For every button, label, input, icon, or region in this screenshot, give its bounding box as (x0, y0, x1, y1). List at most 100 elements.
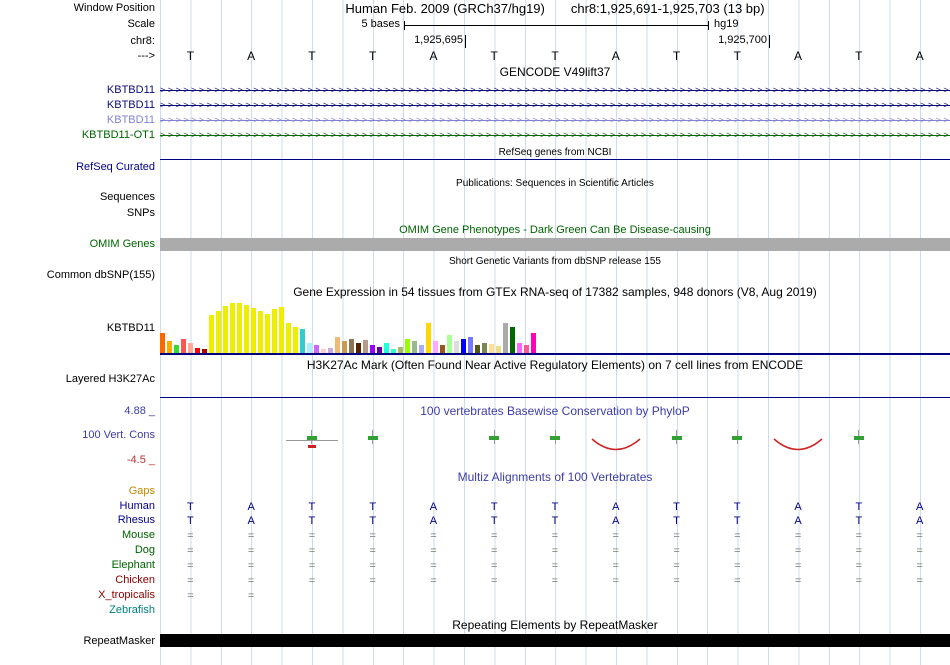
gtex-bar (279, 307, 284, 353)
multiz-species-mouse[interactable]: Mouse (0, 529, 155, 542)
base-letter: = (247, 575, 255, 587)
transcript-kbtbd11-ot1-4[interactable]: >>>>>>>>>>>>>>>>>>>>>>>>>>>>>>>>>>>>>>>>… (160, 129, 950, 142)
base-letter: A (794, 49, 803, 63)
track-label-gtex-kbtbd11[interactable]: KBTBD11 (0, 322, 155, 335)
cons-positive-tick (671, 436, 682, 440)
base-letter: A (612, 501, 620, 513)
base-letter: A (915, 49, 924, 63)
gtex-expression-track[interactable] (160, 300, 950, 353)
cons-positive-tick (489, 436, 500, 440)
base-letter: T (673, 515, 680, 527)
cons-positive-tick (550, 436, 560, 440)
multiz-species-rhesus[interactable]: Rhesus (0, 514, 155, 527)
gtex-bar (447, 335, 452, 353)
gtex-bar (349, 339, 354, 353)
multiz-species-zebrafish[interactable]: Zebrafish (0, 604, 155, 617)
transcript-kbtbd11-3[interactable]: >>>>>>>>>>>>>>>>>>>>>>>>>>>>>>>>>>>>>>>>… (160, 114, 950, 127)
base-letter: A (611, 49, 620, 63)
base-letter: = (673, 545, 680, 557)
track-label-kbtbd11-2[interactable]: KBTBD11 (0, 99, 155, 112)
base-letter: = (430, 545, 437, 557)
base-letter: = (247, 560, 255, 572)
base-letter: = (612, 560, 619, 572)
base-letter: T (551, 49, 559, 63)
gencode-title: GENCODE V49lift37 (499, 65, 611, 79)
base-letter: T (369, 515, 377, 527)
track-label-sequences[interactable]: Sequences (0, 191, 155, 204)
gtex-baseline (160, 353, 950, 355)
base-letter: T (673, 501, 680, 513)
base-letter: = (491, 545, 498, 557)
repeatmasker-bar[interactable] (160, 634, 950, 647)
gtex-bar (300, 329, 305, 353)
gtex-bar (363, 340, 368, 353)
track-label-kbtbd11-3[interactable]: KBTBD11 (0, 114, 155, 127)
position-range: chr8:1,925,691-1,925,703 (13 bp) (570, 1, 765, 16)
base-letter: = (734, 575, 741, 587)
track-label-kbtbd11-1[interactable]: KBTBD11 (0, 84, 155, 97)
base-letter: = (187, 575, 194, 587)
gtex-bar (461, 339, 466, 353)
gtex-bar (167, 341, 172, 353)
base-letter: = (308, 575, 316, 587)
multiz-row-x_tropicalis: = = (160, 589, 950, 603)
assembly-title: Human Feb. 2009 (GRCh37/hg19) (345, 1, 545, 16)
track-label-refseq-curated[interactable]: RefSeq Curated (0, 161, 155, 174)
base-letter: A (429, 49, 438, 63)
multiz-species-chicken[interactable]: Chicken (0, 574, 155, 587)
base-letter: T (187, 501, 194, 513)
track-label-common-dbsnp[interactable]: Common dbSNP(155) (0, 269, 155, 282)
track-label-100-vert-cons[interactable]: 100 Vert. Cons (0, 429, 155, 442)
base-letter: = (612, 545, 619, 557)
base-letter: = (247, 545, 255, 557)
base-letter: = (187, 590, 194, 602)
cons-positive-tick (732, 436, 743, 440)
track-separator-line (160, 159, 950, 160)
base-letter: = (794, 545, 802, 557)
base-letter: T (672, 49, 681, 63)
track-label-kbtbd11-ot1-4[interactable]: KBTBD11-OT1 (0, 129, 155, 142)
ruler-tick-label-2: 1,925,700 (718, 34, 767, 46)
gtex-bar (230, 303, 235, 353)
track-label-layered-h3k27ac[interactable]: Layered H3K27Ac (0, 373, 155, 386)
base-letter: = (794, 530, 802, 542)
track-label-repeatmasker[interactable]: RepeatMasker (0, 635, 155, 648)
base-letter: = (187, 545, 194, 557)
gtex-bar (503, 323, 508, 353)
base-letter: A (794, 501, 802, 513)
multiz-species-human[interactable]: Human (0, 500, 155, 513)
repeatmasker-title: Repeating Elements by RepeatMasker (452, 618, 658, 632)
conservation-plot[interactable] (160, 400, 950, 460)
multiz-row-dog: = = = = = = = = = = = = = (160, 544, 950, 558)
multiz-species-gaps[interactable]: Gaps (0, 485, 155, 498)
gtex-bar (426, 323, 431, 353)
base-letter: = (612, 575, 619, 587)
base-letter: A (247, 515, 255, 527)
gtex-bar (286, 323, 291, 353)
base-letter: T (308, 49, 316, 63)
gtex-bar (335, 337, 340, 353)
ruler-tick-2 (769, 35, 770, 48)
base-letter: T (551, 501, 559, 513)
multiz-species-dog[interactable]: Dog (0, 544, 155, 557)
gtex-bar (314, 345, 319, 353)
base-letter: A (915, 515, 924, 527)
multiz-species-x_tropicalis[interactable]: X_tropicalis (0, 589, 155, 602)
gtex-bar (160, 333, 165, 353)
gtex-bar (244, 305, 249, 353)
transcript-kbtbd11-2[interactable]: >>>>>>>>>>>>>>>>>>>>>>>>>>>>>>>>>>>>>>>>… (160, 99, 950, 112)
omim-genes-bar[interactable] (160, 238, 950, 251)
multiz-species-elephant[interactable]: Elephant (0, 559, 155, 572)
base-letter: = (673, 575, 680, 587)
base-letter: = (916, 545, 923, 557)
track-label-snps[interactable]: SNPs (0, 207, 155, 220)
gtex-bar (181, 339, 186, 353)
base-letter: A (915, 501, 924, 513)
transcript-kbtbd11-1[interactable]: >>>>>>>>>>>>>>>>>>>>>>>>>>>>>>>>>>>>>>>>… (160, 84, 950, 97)
gtex-bar (433, 341, 438, 353)
track-label-omim-genes[interactable]: OMIM Genes (0, 238, 155, 251)
base-letter: A (429, 515, 438, 527)
base-letter: = (491, 530, 498, 542)
base-letter: = (551, 575, 559, 587)
gtex-bar (342, 341, 347, 353)
